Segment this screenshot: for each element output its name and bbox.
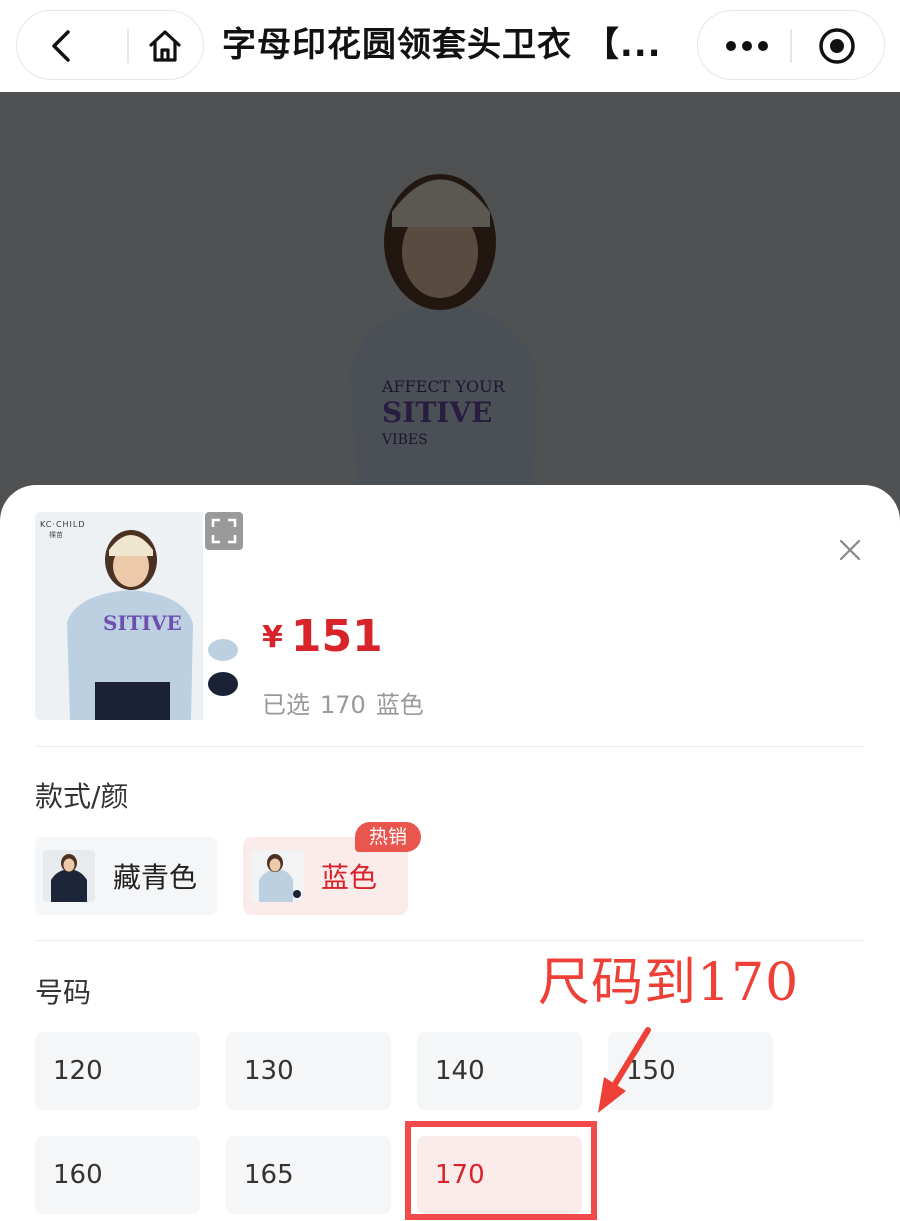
color-option-label: 藏青色 bbox=[113, 861, 198, 894]
selected-summary: 已选 170 蓝色 bbox=[262, 685, 424, 720]
price: ¥151 bbox=[262, 611, 383, 662]
size-option-130[interactable]: 130 bbox=[226, 1032, 391, 1110]
annotation-text: 尺码到170 bbox=[538, 953, 800, 1013]
capsule-divider bbox=[790, 29, 792, 63]
annotation-arrow-icon bbox=[598, 1027, 651, 1113]
back-icon bbox=[52, 30, 70, 62]
expand-icon bbox=[211, 518, 237, 544]
color-option-thumbnail bbox=[43, 850, 95, 902]
size-option-160[interactable]: 160 bbox=[35, 1136, 200, 1214]
size-option-165[interactable]: 165 bbox=[226, 1136, 391, 1214]
nav-capsule bbox=[16, 10, 204, 80]
more-button[interactable] bbox=[722, 25, 772, 67]
close-icon bbox=[839, 539, 861, 561]
price-value: 151 bbox=[290, 611, 383, 662]
exit-button[interactable] bbox=[814, 25, 860, 67]
divider bbox=[35, 746, 865, 747]
home-icon bbox=[149, 30, 181, 62]
selected-color: 蓝色 bbox=[375, 691, 424, 719]
selected-prefix: 已选 bbox=[262, 691, 310, 719]
more-icon bbox=[726, 41, 768, 51]
color-option-label: 蓝色 bbox=[321, 861, 378, 894]
expand-image-button[interactable] bbox=[205, 512, 243, 550]
top-bar: 字母印花圆领套头卫衣 【... bbox=[0, 0, 900, 92]
hot-sale-badge: 热销 bbox=[355, 822, 421, 852]
back-button[interactable] bbox=[39, 25, 83, 67]
brand-logo: KC·CHILD bbox=[40, 520, 86, 529]
size-option-120[interactable]: 120 bbox=[35, 1032, 200, 1110]
size-section-label: 号码 bbox=[35, 976, 92, 1009]
close-button[interactable] bbox=[830, 530, 870, 570]
target-icon bbox=[819, 28, 855, 64]
nav-divider bbox=[127, 29, 129, 63]
mini-program-capsule bbox=[697, 10, 885, 80]
color-section-label: 款式/颜 bbox=[35, 780, 129, 813]
color-option-navy[interactable]: 藏青色 bbox=[35, 837, 217, 915]
color-option-thumbnail bbox=[251, 850, 303, 902]
currency-symbol: ¥ bbox=[262, 620, 283, 655]
sku-selector-sheet: SITIVE KC·CHILD 棵苗 ¥151 已选 170 蓝色 款式/颜 藏青色… bbox=[0, 485, 900, 1221]
selected-size: 170 bbox=[320, 691, 366, 719]
size-option-140[interactable]: 140 bbox=[417, 1032, 582, 1110]
svg-text:SITIVE: SITIVE bbox=[103, 611, 182, 635]
page-title: 字母印花圆领套头卫衣 【... bbox=[222, 25, 662, 65]
annotation-highlight-box bbox=[405, 1121, 597, 1220]
brand-logo-sub: 棵苗 bbox=[49, 531, 63, 539]
home-button[interactable] bbox=[139, 25, 191, 67]
